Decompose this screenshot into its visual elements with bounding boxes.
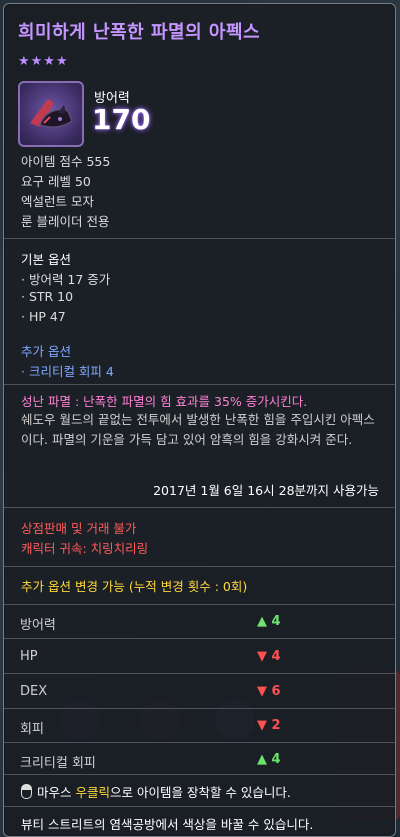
item-description: 쉐도우 월드의 끝없는 전투에서 발생한 난폭한 힘을 주입시킨 아펙스이다. … <box>21 412 375 447</box>
option-change-header: 추가 옵션 변경 가능 (누적 변경 횟수 : 0회) <box>21 579 248 594</box>
divider <box>4 507 395 508</box>
main-stat-value: 170 <box>92 103 151 136</box>
divider <box>4 708 395 709</box>
extra-options-header: 추가 옵션 <box>21 344 71 359</box>
item-name: 희미하게 난폭한 파멸의 아펙스 <box>18 22 261 43</box>
set-effect: 성난 파멸 : 난폭한 파멸의 힘 효과를 35% 증가시킨다. <box>21 394 308 409</box>
expiry-date: 2017년 1월 6일 16시 28분까지 사용가능 <box>153 483 379 498</box>
divider <box>4 673 395 674</box>
class-restriction: 룬 블레이더 전용 <box>21 214 110 229</box>
divider <box>4 566 395 567</box>
base-option-line: · HP 47 <box>21 309 66 324</box>
base-option-line: · STR 10 <box>21 289 74 304</box>
trade-restriction: 상점판매 및 거래 불가 <box>21 521 137 536</box>
item-score: 아이템 점수 555 <box>21 154 111 169</box>
base-option-line: · 방어력 17 증가 <box>21 272 111 287</box>
item-grade: 엑설런트 모자 <box>21 194 94 209</box>
dark-helmet-icon <box>30 99 73 128</box>
option-name: 방어력 <box>20 618 56 633</box>
equip-hint-pre: 마우스 <box>37 785 76 800</box>
option-delta: ▼ 4 <box>257 649 281 664</box>
divider <box>4 384 395 385</box>
item-tooltip: 희미하게 난폭한 파멸의 아펙스 ★★★★ 방어력 170 아이템 점수 555… <box>3 3 396 837</box>
base-options-header: 기본 옵션 <box>21 252 71 267</box>
equip-hint-post: 으로 아이템을 장착할 수 있습니다. <box>110 785 291 800</box>
divider <box>4 638 395 639</box>
option-delta: ▲ 4 <box>257 614 281 629</box>
option-change-row: 회피 ▼ 2 <box>4 711 395 742</box>
option-change-row: HP ▼ 4 <box>4 642 395 673</box>
option-change-row: 크리티컬 회피 ▲ 4 <box>4 745 395 776</box>
option-delta: ▼ 6 <box>257 684 281 699</box>
option-name: 크리티컬 회피 <box>20 756 96 771</box>
option-name: DEX <box>20 684 48 699</box>
option-delta: ▼ 2 <box>257 718 281 733</box>
character-bound: 캐릭터 귀속: 치링치리링 <box>21 541 149 556</box>
option-change-row: 방어력 ▲ 4 <box>4 607 395 638</box>
right-click-key: 우클릭 <box>75 785 110 800</box>
option-change-row: DEX ▼ 6 <box>4 677 395 708</box>
divider <box>4 604 395 605</box>
option-delta: ▲ 4 <box>257 752 281 767</box>
divider <box>4 774 395 775</box>
divider <box>4 238 395 239</box>
equip-hint: 마우스 우클릭으로 아이템을 장착할 수 있습니다. <box>21 782 291 801</box>
dye-hint: 뷰티 스트리트의 염색공방에서 색상을 바꿀 수 있습니다. <box>21 817 314 832</box>
option-name: HP <box>20 649 38 664</box>
extra-option-line: · 크리티컬 회피 4 <box>21 364 114 379</box>
required-level: 요구 레벨 50 <box>21 174 91 189</box>
divider <box>4 742 395 743</box>
option-name: 회피 <box>20 722 44 737</box>
star-rating: ★★★★ <box>18 54 69 69</box>
mouse-icon <box>21 784 32 799</box>
item-icon-frame <box>18 81 84 147</box>
divider <box>4 806 395 807</box>
